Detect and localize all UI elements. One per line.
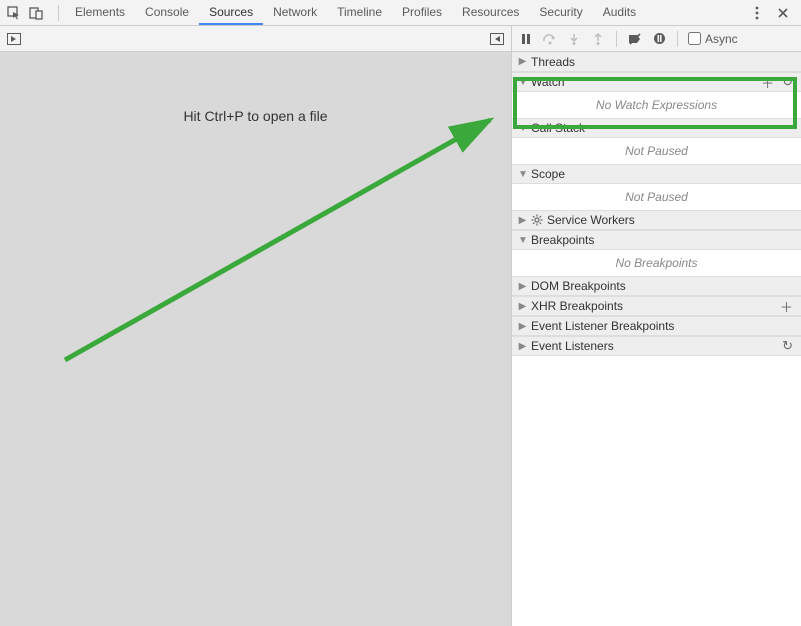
callstack-empty-text: Not Paused xyxy=(512,138,801,164)
separator xyxy=(58,5,59,21)
tab-audits[interactable]: Audits xyxy=(593,0,646,25)
panel-elb-label: Event Listener Breakpoints xyxy=(531,319,795,333)
panel-serviceworkers[interactable]: ▶ Service Workers xyxy=(512,210,801,230)
sources-toolbar xyxy=(0,26,511,52)
debugger-toolbar: Async xyxy=(512,26,801,52)
chevron-right-icon: ▶ xyxy=(518,341,527,352)
device-mode-icon[interactable] xyxy=(28,5,44,21)
gear-icon xyxy=(531,214,543,226)
chevron-right-icon: ▶ xyxy=(518,281,527,292)
async-checkbox[interactable] xyxy=(688,32,701,45)
panel-dombreakpoints-label: DOM Breakpoints xyxy=(531,279,795,293)
panel-breakpoints[interactable]: ▼ Breakpoints xyxy=(512,230,801,250)
separator xyxy=(677,31,678,47)
editor-area: Hit Ctrl+P to open a file xyxy=(0,52,511,626)
refresh-watch-icon[interactable]: ↻ xyxy=(780,74,795,90)
sources-left-pane: Hit Ctrl+P to open a file xyxy=(0,26,512,626)
chevron-down-icon: ▼ xyxy=(518,169,527,180)
show-debugger-icon[interactable] xyxy=(489,31,505,47)
tab-console[interactable]: Console xyxy=(135,0,199,25)
chevron-right-icon: ▶ xyxy=(518,321,527,332)
watch-empty-text: No Watch Expressions xyxy=(512,92,801,118)
panel-xhrbreakpoints-label: XHR Breakpoints xyxy=(531,299,774,313)
close-icon[interactable] xyxy=(775,5,791,21)
step-into-icon[interactable] xyxy=(566,31,582,47)
scope-empty-text: Not Paused xyxy=(512,184,801,210)
refresh-eventlisteners-icon[interactable]: ↻ xyxy=(780,338,795,354)
panel-serviceworkers-label: Service Workers xyxy=(547,213,795,227)
tab-network[interactable]: Network xyxy=(263,0,327,25)
deactivate-breakpoints-icon[interactable] xyxy=(627,31,643,47)
separator xyxy=(616,31,617,47)
add-watch-icon[interactable]: ＋ xyxy=(759,73,776,92)
async-checkbox-label[interactable]: Async xyxy=(688,32,738,46)
panel-breakpoints-label: Breakpoints xyxy=(531,233,795,247)
panel-callstack-label: Call Stack xyxy=(531,121,795,135)
panel-watch-label: Watch xyxy=(531,75,755,89)
chevron-right-icon: ▶ xyxy=(518,56,527,67)
chevron-down-icon: ▼ xyxy=(518,123,527,134)
inspect-element-icon[interactable] xyxy=(6,5,22,21)
step-over-icon[interactable] xyxy=(542,31,558,47)
panel-threads-label: Threads xyxy=(531,55,795,69)
show-navigator-icon[interactable] xyxy=(6,31,22,47)
devtools-tabbar: Elements Console Sources Network Timelin… xyxy=(0,0,801,26)
tab-profiles[interactable]: Profiles xyxy=(392,0,452,25)
panel-threads[interactable]: ▶ Threads xyxy=(512,52,801,72)
chevron-down-icon: ▼ xyxy=(518,77,527,88)
tab-elements[interactable]: Elements xyxy=(65,0,135,25)
tab-timeline[interactable]: Timeline xyxy=(327,0,392,25)
pause-icon[interactable] xyxy=(518,31,534,47)
panel-xhrbreakpoints[interactable]: ▶ XHR Breakpoints ＋ xyxy=(512,296,801,316)
chevron-right-icon: ▶ xyxy=(518,301,527,312)
tab-resources[interactable]: Resources xyxy=(452,0,529,25)
editor-hint: Hit Ctrl+P to open a file xyxy=(183,108,327,124)
tab-sources[interactable]: Sources xyxy=(199,0,263,25)
add-xhr-breakpoint-icon[interactable]: ＋ xyxy=(778,297,795,316)
chevron-right-icon: ▶ xyxy=(518,215,527,226)
debugger-pane: Async ▶ Threads ▼ Watch ＋ ↻ No Watch Exp… xyxy=(512,26,801,626)
breakpoints-empty-text: No Breakpoints xyxy=(512,250,801,276)
tab-security[interactable]: Security xyxy=(529,0,592,25)
panel-watch[interactable]: ▼ Watch ＋ ↻ xyxy=(512,72,801,92)
panel-scope[interactable]: ▼ Scope xyxy=(512,164,801,184)
panel-eventlisteners-label: Event Listeners xyxy=(531,339,776,353)
panel-dombreakpoints[interactable]: ▶ DOM Breakpoints xyxy=(512,276,801,296)
more-menu-icon[interactable] xyxy=(749,5,765,21)
panel-callstack[interactable]: ▼ Call Stack xyxy=(512,118,801,138)
panel-scope-label: Scope xyxy=(531,167,795,181)
async-label-text: Async xyxy=(705,32,738,46)
chevron-down-icon: ▼ xyxy=(518,235,527,246)
panel-eventlisteners[interactable]: ▶ Event Listeners ↻ xyxy=(512,336,801,356)
panel-eventlistenerbreakpoints[interactable]: ▶ Event Listener Breakpoints xyxy=(512,316,801,336)
pause-on-exceptions-icon[interactable] xyxy=(651,31,667,47)
step-out-icon[interactable] xyxy=(590,31,606,47)
